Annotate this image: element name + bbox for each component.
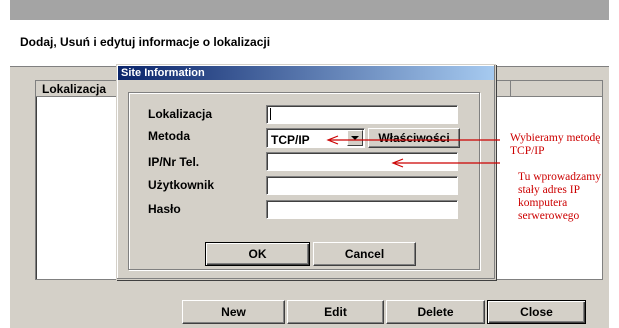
ip-annotation: Tu wprowadzamy stały adres IP komputera … [518, 171, 601, 223]
annotation-line: Tu wprowadzamy [518, 171, 601, 183]
method-annotation: Wybieramy metodę TCP/IP [510, 132, 600, 158]
annotation-line: serwerowego [518, 210, 580, 222]
annotation-line: TCP/IP [510, 145, 545, 157]
annotation-line: stały adres IP [518, 184, 580, 196]
annotation-arrows [326, 135, 500, 168]
annotation-line: komputera [518, 197, 568, 209]
annotation-line: Wybieramy metodę [510, 132, 601, 144]
